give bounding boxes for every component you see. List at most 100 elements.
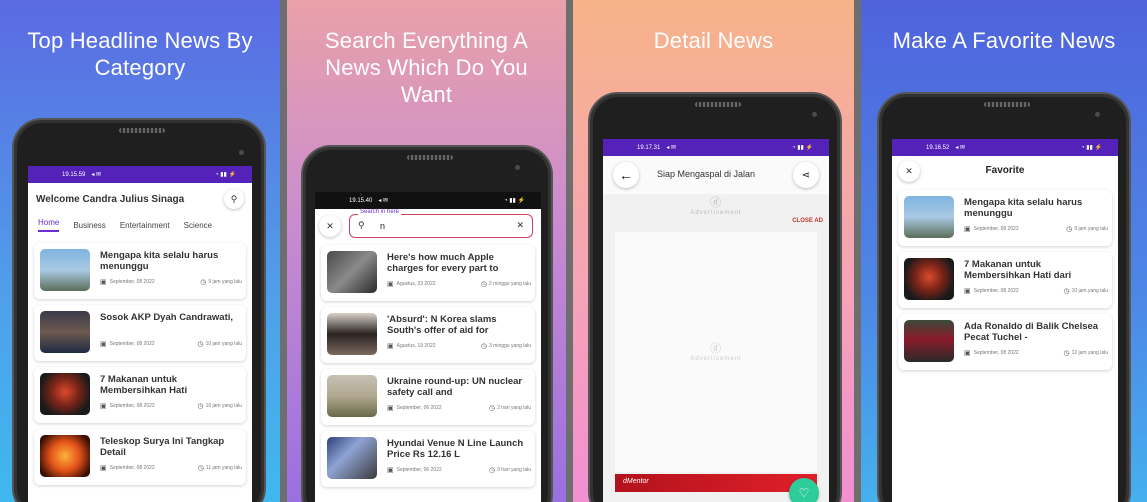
- news-meta: ▣ Agustus, 23 2022 ◷ 2 minggu yang lalu: [387, 280, 531, 288]
- search-query: n: [380, 221, 386, 231]
- front-camera: [812, 112, 817, 117]
- news-ago: 10 jam yang lalu: [205, 341, 242, 347]
- tab-science[interactable]: Science: [184, 221, 212, 230]
- search-bar: ✕ Search in here ⚲ n ✕: [315, 209, 541, 245]
- news-title: Mengapa kita selalu harus menunggu: [100, 250, 219, 272]
- front-camera: [239, 150, 244, 155]
- news-title: Sosok AKP Dyah Candrawati,: [100, 312, 234, 323]
- tab-entertainment[interactable]: Entertainment: [120, 221, 170, 230]
- news-date: September, 08 2022: [973, 226, 1019, 232]
- list-item[interactable]: 7 Makanan untuk Membersihkan Hati dari ▣…: [898, 252, 1112, 308]
- ad-logo-icon: ⓓ: [710, 343, 722, 355]
- search-results: Here's how much Apple charges for every …: [315, 245, 541, 502]
- news-thumbnail: [327, 437, 377, 479]
- list-item[interactable]: Sosok AKP Dyah Candrawati, ▣ September, 0…: [34, 305, 246, 361]
- close-icon: ✕: [326, 220, 334, 231]
- speaker: [984, 102, 1030, 107]
- favorite-button[interactable]: ♡: [789, 478, 819, 502]
- close-button[interactable]: ✕: [319, 215, 341, 237]
- close-ad-button[interactable]: CLOSE AD: [792, 218, 823, 224]
- news-thumbnail: [904, 258, 954, 300]
- tab-business[interactable]: Business: [73, 221, 105, 230]
- detail-header: ← Siap Mengaspal di Jalan ⋖: [603, 156, 829, 194]
- calendar-icon: ▣: [100, 341, 107, 348]
- battery-icon: ◔ ▮▮ ⚡: [791, 145, 813, 151]
- status-time: 19.17.31: [637, 144, 661, 151]
- calendar-icon: ▣: [100, 403, 107, 410]
- news-meta: ▣ September, 06 2022 ◷ 3 hari yang lalu: [387, 466, 531, 474]
- clock-icon: ◷: [197, 403, 204, 410]
- status-bar: 19.17.31 ◂ ✉ ◔ ▮▮ ⚡: [603, 139, 829, 156]
- news-meta: ▣ September, 08 2022 ◷ 10 jam yang lalu: [964, 287, 1108, 295]
- status-icons: ◂ ✉: [91, 172, 102, 178]
- ad-logo-icon: ⓓ: [710, 197, 722, 209]
- news-title: Ada Ronaldo di Balik Chelsea Pecat Tuche…: [964, 321, 1099, 343]
- phone-frame: 19.17.31 ◂ ✉ ◔ ▮▮ ⚡ ← Siap Mengaspal di …: [588, 92, 842, 502]
- news-date: Agustus, 19 2022: [396, 343, 436, 349]
- list-item[interactable]: 'Absurd': N Korea slams South's offer of…: [321, 307, 535, 363]
- list-item[interactable]: Here's how much Apple charges for every …: [321, 245, 535, 301]
- phone-frame: 19.15.59 ◂ ✉ ◔ ▮▮ ⚡ Welcome Candra Juliu…: [12, 118, 266, 502]
- search-button[interactable]: ⚲: [224, 189, 244, 209]
- news-thumbnail: [904, 320, 954, 362]
- news-date: Agustus, 23 2022: [396, 281, 436, 287]
- calendar-icon: ▣: [387, 343, 394, 350]
- status-time: 19.15.40: [349, 197, 373, 204]
- ad-area: ⓓ Advertisement: [615, 232, 817, 472]
- status-bar: 19.15.40 ◂ ✉ ◔ ▮▮ ⚡: [315, 192, 541, 209]
- clock-icon: ◷: [197, 341, 204, 348]
- battery-icon: ◔ ▮▮ ⚡: [1080, 145, 1102, 151]
- news-title: Ukraine round-up: UN nuclear safety call…: [387, 376, 523, 398]
- news-date: September, 08 2022: [973, 288, 1019, 294]
- news-meta: ▣ September, 08 2022 ◷ 9 jam yang lalu: [964, 225, 1108, 233]
- news-date: September, 08 2022: [109, 279, 155, 285]
- heart-icon: ♡: [798, 486, 810, 500]
- list-item[interactable]: 7 Makanan untuk Membersihkan Hati ▣ Septe…: [34, 367, 246, 423]
- list-item[interactable]: Ada Ronaldo di Balik Chelsea Pecat Tuche…: [898, 314, 1112, 370]
- arrow-left-icon: ←: [619, 167, 633, 183]
- list-item[interactable]: Mengapa kita selalu harus menunggu ▣ Sept…: [34, 243, 246, 299]
- news-thumbnail: [327, 313, 377, 355]
- news-date: September, 08 2022: [109, 403, 155, 409]
- phone-frame: 19.15.40 ◂ ✉ ◔ ▮▮ ⚡ ✕ Search in here ⚲ n…: [301, 145, 553, 502]
- news-ago: 9 jam yang lalu: [1074, 226, 1108, 232]
- ad-label: Advertisement: [690, 356, 742, 362]
- search-input[interactable]: Search in here ⚲ n ✕: [349, 209, 533, 238]
- status-time: 19.15.59: [62, 171, 86, 178]
- separator: [566, 0, 573, 502]
- news-title: 7 Makanan untuk Membersihkan Hati: [100, 374, 188, 396]
- news-meta: ▣ September, 06 2022 ◷ 2 hari yang lalu: [387, 404, 531, 412]
- separator: [854, 0, 861, 502]
- news-ago: 12 jam yang lalu: [1071, 350, 1108, 356]
- news-thumbnail: [40, 311, 90, 353]
- clear-icon[interactable]: ✕: [516, 220, 524, 231]
- calendar-icon: ▣: [387, 281, 394, 288]
- battery-icon: ◔ ▮▮ ⚡: [214, 172, 236, 178]
- news-date: September, 08 2022: [109, 465, 155, 471]
- news-title: Mengapa kita selalu harus menunggu: [964, 197, 1083, 219]
- clock-icon: ◷: [200, 279, 207, 286]
- screen: 19.17.31 ◂ ✉ ◔ ▮▮ ⚡ ← Siap Mengaspal di …: [603, 139, 829, 502]
- news-meta: ▣ September, 08 2022 ◷ 12 jam yang lalu: [964, 349, 1108, 357]
- list-item[interactable]: Teleskop Surya Ini Tangkap Detail ▣ Septe…: [34, 429, 246, 485]
- search-label: Search in here: [358, 209, 402, 215]
- front-camera: [1095, 112, 1100, 117]
- list-item[interactable]: Hyundai Venue N Line Launch Price Rs 12.…: [321, 431, 535, 487]
- ad-label: Advertisement: [690, 210, 742, 216]
- news-title: Hyundai Venue N Line Launch Price Rs 12.…: [387, 438, 524, 460]
- tab-home[interactable]: Home: [38, 218, 60, 232]
- panel-title: Detail News: [653, 28, 774, 53]
- news-list: Mengapa kita selalu harus menunggu ▣ Sept…: [28, 235, 252, 502]
- news-date: September, 06 2022: [396, 467, 442, 473]
- list-item[interactable]: Ukraine round-up: UN nuclear safety call…: [321, 369, 535, 425]
- share-button[interactable]: ⋖: [793, 162, 819, 188]
- list-item[interactable]: Mengapa kita selalu harus menunggu ▣ Sept…: [898, 190, 1112, 246]
- clock-icon: ◷: [1063, 350, 1070, 357]
- battery-icon: ◔ ▮▮ ⚡: [503, 198, 525, 204]
- screen: 19.16.52 ◂ ✉ ◔ ▮▮ ⚡ ✕ Favorite Mengapa k…: [892, 139, 1118, 502]
- detail-title: Siap Mengaspal di Jalan: [657, 169, 756, 179]
- news-ago: 10 jam yang lalu: [1071, 288, 1108, 294]
- back-button[interactable]: ←: [613, 162, 639, 188]
- news-thumbnail: [327, 251, 377, 293]
- screen: 19.15.40 ◂ ✉ ◔ ▮▮ ⚡ ✕ Search in here ⚲ n…: [315, 192, 541, 502]
